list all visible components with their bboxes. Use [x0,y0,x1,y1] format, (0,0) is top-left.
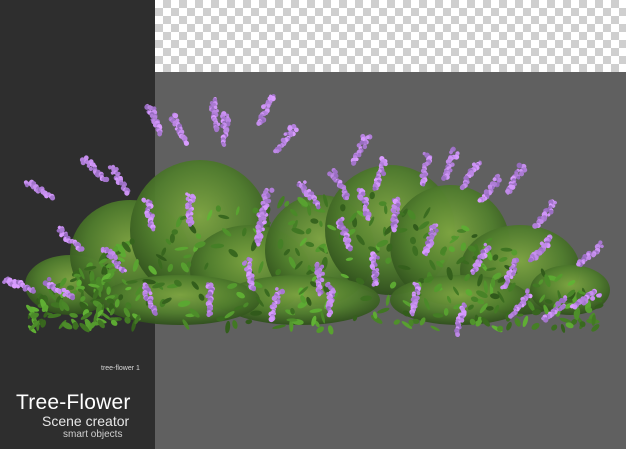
tagline: smart objects [63,429,123,440]
preview-canvas: tree-flower 1 Tree-Flower Scene creator … [0,0,626,449]
flowering-shrub-image [2,94,610,338]
image-caption: tree-flower 1 [101,365,140,372]
subtitle: Scene creator [42,413,130,429]
page-title: Tree-Flower [16,391,131,414]
shrub-foliage [25,160,610,335]
